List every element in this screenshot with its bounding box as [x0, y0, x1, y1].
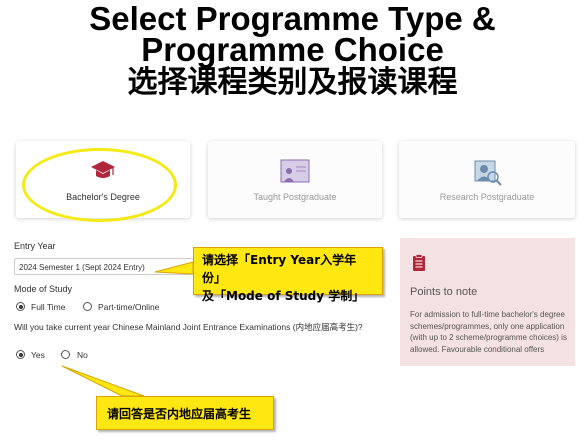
callout-gaokao: 请回答是否内地应届高考生	[96, 396, 274, 430]
gaokao-question: Will you take current year Chinese Mainl…	[14, 322, 363, 332]
full-time-radio[interactable]	[16, 302, 25, 311]
callout-entry-line-1: 请选择「Entry Year入学年份」	[202, 253, 357, 285]
gaokao-yes-radio[interactable]	[16, 350, 25, 359]
points-to-note-title: Points to note	[410, 286, 478, 298]
clipboard-icon	[412, 254, 426, 277]
part-time-label: Part-time/Online	[98, 302, 160, 312]
gaokao-no-label: No	[77, 350, 88, 360]
points-to-note-panel: Points to note For admission to full-tim…	[400, 238, 575, 366]
full-time-label: Full Time	[31, 302, 66, 312]
points-to-note-body: For admission to full-time bachelor's de…	[410, 310, 567, 354]
programme-card-research-postgraduate[interactable]: Research Postgraduate	[399, 141, 575, 218]
mode-of-study-label: Mode of Study	[14, 284, 73, 294]
title-line-2: Programme Choice	[141, 31, 444, 68]
gaokao-yes-label: Yes	[31, 350, 45, 360]
highlight-ellipse	[22, 148, 177, 222]
callout-entry-year: 请选择「Entry Year入学年份」 及「Mode of Study 学制」	[193, 247, 383, 303]
presentation-board-icon	[278, 159, 312, 190]
entry-year-label: Entry Year	[14, 241, 56, 251]
programme-card-label: Taught Postgraduate	[253, 192, 337, 202]
programme-card-taught-postgraduate[interactable]: Taught Postgraduate	[208, 141, 382, 218]
programme-card-label: Research Postgraduate	[439, 192, 535, 202]
entry-year-select[interactable]: 2024 Semester 1 (Sept 2024 Entry)	[14, 258, 194, 275]
research-person-icon	[471, 159, 503, 192]
callout-entry-line-2: 及「Mode of Study 学制」	[202, 289, 365, 303]
gaokao-no-radio[interactable]	[61, 350, 70, 359]
title-line-chinese: 选择课程类别及报读课程	[127, 65, 458, 100]
part-time-radio[interactable]	[83, 302, 92, 311]
